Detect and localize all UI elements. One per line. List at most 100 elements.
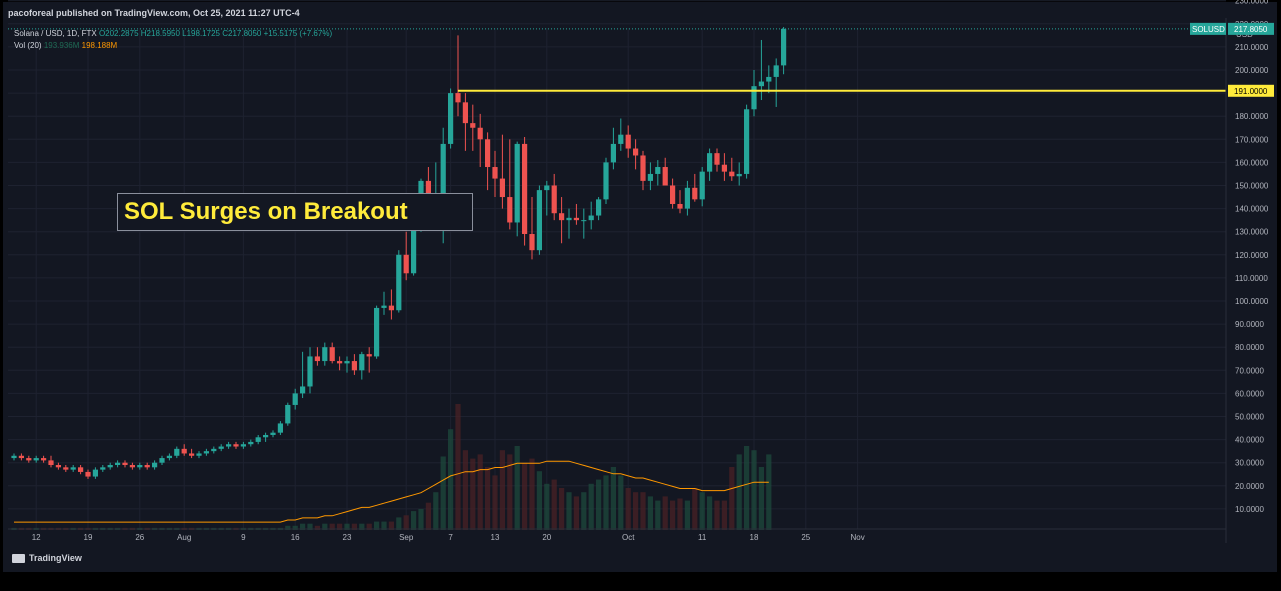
candle[interactable] — [144, 462, 150, 470]
candle[interactable] — [248, 439, 254, 447]
candle[interactable] — [159, 455, 165, 466]
candle[interactable] — [462, 93, 468, 151]
volume-ma-value: 198.188M — [81, 41, 118, 50]
candle[interactable] — [403, 231, 409, 281]
candle[interactable] — [166, 453, 172, 461]
candle[interactable] — [699, 167, 705, 207]
candle[interactable] — [181, 444, 187, 456]
candle[interactable] — [263, 432, 269, 442]
volume-label[interactable]: Vol (20) — [14, 41, 42, 50]
candle[interactable] — [603, 157, 609, 204]
candle[interactable] — [366, 347, 372, 373]
candle[interactable] — [522, 136, 528, 246]
candle[interactable] — [211, 446, 217, 454]
candle[interactable] — [85, 469, 91, 479]
candle[interactable] — [455, 35, 461, 117]
candle[interactable] — [566, 208, 572, 239]
candle[interactable] — [33, 455, 39, 463]
candle[interactable] — [551, 173, 557, 221]
candle[interactable] — [721, 153, 727, 181]
candle[interactable] — [751, 70, 757, 117]
candle[interactable] — [633, 139, 639, 170]
candle[interactable] — [92, 467, 98, 479]
candle[interactable] — [122, 460, 128, 468]
candle[interactable] — [277, 421, 283, 435]
candle[interactable] — [655, 160, 661, 186]
candle[interactable] — [388, 289, 394, 320]
candle[interactable] — [137, 462, 143, 470]
candle[interactable] — [41, 455, 47, 463]
candle[interactable] — [677, 190, 683, 214]
candle[interactable] — [529, 197, 535, 260]
candle[interactable] — [329, 342, 335, 364]
candle[interactable] — [226, 441, 232, 449]
tradingview-footer[interactable]: TradingView — [12, 553, 82, 563]
candle[interactable] — [670, 178, 676, 209]
candle[interactable] — [11, 453, 17, 461]
candle[interactable] — [381, 291, 387, 315]
candle[interactable] — [581, 208, 587, 239]
candle[interactable] — [115, 460, 121, 468]
candle[interactable] — [129, 462, 135, 470]
candle[interactable] — [773, 58, 779, 107]
candle[interactable] — [625, 125, 631, 158]
candle[interactable] — [152, 460, 158, 470]
candle[interactable] — [63, 465, 69, 472]
candle[interactable] — [492, 150, 498, 198]
candle[interactable] — [374, 305, 380, 359]
candle[interactable] — [26, 455, 32, 463]
candle[interactable] — [692, 173, 698, 202]
candle[interactable] — [477, 113, 483, 168]
candle[interactable] — [359, 351, 365, 380]
candle[interactable] — [610, 127, 616, 170]
candle[interactable] — [499, 134, 505, 209]
candle[interactable] — [544, 180, 550, 216]
candle[interactable] — [196, 451, 202, 459]
candle[interactable] — [48, 455, 54, 468]
candle[interactable] — [100, 465, 106, 472]
candle[interactable] — [781, 27, 787, 75]
candle[interactable] — [233, 441, 239, 449]
candle[interactable] — [507, 139, 513, 230]
candle[interactable] — [744, 104, 750, 179]
candle[interactable] — [707, 148, 713, 181]
candle[interactable] — [189, 448, 195, 459]
candle[interactable] — [448, 88, 454, 149]
candle[interactable] — [314, 347, 320, 366]
candle[interactable] — [107, 462, 113, 470]
candle[interactable] — [514, 141, 520, 237]
candle[interactable] — [203, 448, 209, 456]
candle[interactable] — [307, 347, 313, 394]
candle[interactable] — [300, 351, 306, 399]
candle[interactable] — [18, 453, 24, 461]
candle[interactable] — [470, 104, 476, 151]
candle[interactable] — [396, 250, 402, 313]
candle[interactable] — [729, 157, 735, 181]
candle[interactable] — [736, 162, 742, 186]
candle[interactable] — [292, 388, 298, 410]
candle[interactable] — [596, 197, 602, 221]
candle[interactable] — [573, 203, 579, 225]
candle[interactable] — [640, 150, 646, 191]
candle[interactable] — [714, 148, 720, 172]
candle[interactable] — [485, 132, 491, 191]
candle[interactable] — [270, 430, 276, 438]
candle[interactable] — [240, 441, 246, 449]
symbol-name[interactable]: Solana / USD, 1D, FTX — [14, 29, 97, 38]
candle[interactable] — [55, 462, 61, 470]
candle[interactable] — [285, 402, 291, 426]
candle[interactable] — [337, 356, 343, 371]
candle[interactable] — [351, 354, 357, 375]
candle[interactable] — [588, 201, 594, 230]
candle[interactable] — [218, 444, 224, 452]
candle[interactable] — [322, 342, 328, 366]
candle[interactable] — [536, 185, 542, 255]
price-chart[interactable]: 10.0000 20.0000 30.0000 40.0000 50.0000 60.00… — [0, 0, 1281, 591]
candle[interactable] — [255, 434, 261, 445]
candle[interactable] — [70, 465, 76, 472]
candle[interactable] — [78, 465, 84, 475]
candle[interactable] — [559, 197, 565, 244]
candle[interactable] — [174, 446, 180, 459]
candle[interactable] — [684, 180, 690, 216]
candle[interactable] — [618, 118, 624, 151]
